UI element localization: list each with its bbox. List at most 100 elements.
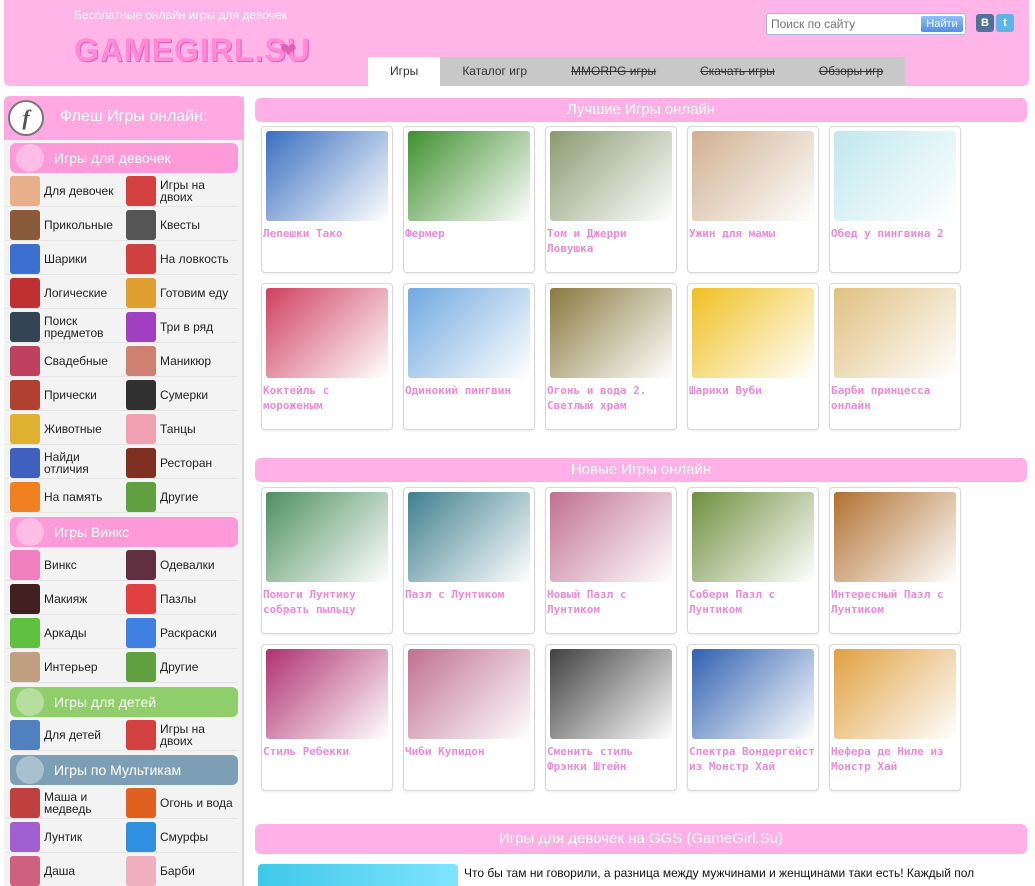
game-title-link[interactable]: Собери Пазл с Лунтиком xyxy=(689,587,817,617)
game-card[interactable]: Барби принцесса онлайн xyxy=(829,283,961,430)
game-card[interactable]: Интересный Пазл с Лунтиком xyxy=(829,487,961,634)
search-input[interactable] xyxy=(771,15,911,33)
game-thumbnail[interactable] xyxy=(834,131,956,221)
sidebar-section-header[interactable]: Игры по Мультикам xyxy=(10,755,238,785)
game-card[interactable]: Новый Пазл с Лунтиком xyxy=(545,487,677,634)
sidebar-item[interactable]: Макияж xyxy=(6,583,122,615)
game-card[interactable]: Помоги Лунтику собрать пыльцу xyxy=(261,487,393,634)
sidebar-item[interactable]: Животные xyxy=(6,413,122,445)
game-thumbnail[interactable] xyxy=(408,288,530,378)
game-title-link[interactable]: Нефера де Ниле из Монстр Хай xyxy=(831,744,959,774)
sidebar-item[interactable]: Сумерки xyxy=(122,379,238,411)
game-thumbnail[interactable] xyxy=(834,649,956,739)
nav-tab[interactable]: Обзоры игр xyxy=(797,57,905,86)
game-card[interactable]: Шарики Вуби xyxy=(687,283,819,430)
sidebar-item[interactable]: На память xyxy=(6,481,122,513)
sidebar-item[interactable]: Квесты xyxy=(122,209,238,241)
game-card[interactable]: Собери Пазл с Лунтиком xyxy=(687,487,819,634)
game-thumbnail[interactable] xyxy=(834,492,956,582)
site-logo[interactable]: GAMEGIRL.SU xyxy=(74,32,311,69)
game-card[interactable]: Обед у пингвина 2 xyxy=(829,126,961,273)
game-card[interactable]: Стиль Ребекки xyxy=(261,644,393,791)
game-card[interactable]: Огонь и вода 2. Светлый храм xyxy=(545,283,677,430)
sidebar-item[interactable]: Свадебные xyxy=(6,345,122,377)
game-title-link[interactable]: Барби принцесса онлайн xyxy=(831,383,959,413)
sidebar-section-header[interactable]: Игры для девочек xyxy=(10,143,238,173)
sidebar-item[interactable]: Три в ряд xyxy=(122,311,238,343)
sidebar-item[interactable]: Интерьер xyxy=(6,651,122,683)
game-thumbnail[interactable] xyxy=(692,288,814,378)
sidebar-item[interactable]: Раскраски xyxy=(122,617,238,649)
sidebar-item[interactable]: Другие xyxy=(122,651,238,683)
sidebar-item[interactable]: Маша и медведь xyxy=(6,787,122,819)
sidebar-item[interactable]: Аркады xyxy=(6,617,122,649)
twitter-icon[interactable]: t xyxy=(996,14,1014,32)
game-thumbnail[interactable] xyxy=(408,131,530,221)
game-title-link[interactable]: Одинокий пингвин xyxy=(405,383,533,398)
game-title-link[interactable]: Новый Пазл с Лунтиком xyxy=(547,587,675,617)
sidebar-section-header[interactable]: Игры Винкс xyxy=(10,517,238,547)
game-card[interactable]: Ужин для мамы xyxy=(687,126,819,273)
game-card[interactable]: Нефера де Ниле из Монстр Хай xyxy=(829,644,961,791)
sidebar-item[interactable]: Ресторан xyxy=(122,447,238,479)
game-thumbnail[interactable] xyxy=(550,492,672,582)
game-thumbnail[interactable] xyxy=(692,649,814,739)
game-thumbnail[interactable] xyxy=(550,649,672,739)
search-button[interactable]: Найти xyxy=(921,16,963,32)
game-title-link[interactable]: Обед у пингвина 2 xyxy=(831,226,959,241)
sidebar-item[interactable]: Огонь и вода xyxy=(122,787,238,819)
nav-tab[interactable]: Каталог игр xyxy=(440,57,549,86)
sidebar-item[interactable]: Винкс xyxy=(6,549,122,581)
game-title-link[interactable]: Пазл с Лунтиком xyxy=(405,587,533,602)
sidebar-item[interactable]: Шарики xyxy=(6,243,122,275)
game-card[interactable]: Одинокий пингвин xyxy=(403,283,535,430)
sidebar-section-header[interactable]: Игры для детей xyxy=(10,687,238,717)
game-title-link[interactable]: Интересный Пазл с Лунтиком xyxy=(831,587,959,617)
sidebar-item[interactable]: Лунтик xyxy=(6,821,122,853)
game-title-link[interactable]: Лепешки Тако xyxy=(263,226,391,241)
game-title-link[interactable]: Стиль Ребекки xyxy=(263,744,391,759)
game-thumbnail[interactable] xyxy=(692,131,814,221)
sidebar-item[interactable]: Для детей xyxy=(6,719,122,751)
sidebar-item[interactable]: Барби xyxy=(122,855,238,886)
game-title-link[interactable]: Чиби Купидон xyxy=(405,744,533,759)
game-card[interactable]: Фермер xyxy=(403,126,535,273)
game-card[interactable]: Лепешки Тако xyxy=(261,126,393,273)
game-title-link[interactable]: Сменить стиль Фрэнки Штейн xyxy=(547,744,675,774)
game-thumbnail[interactable] xyxy=(550,131,672,221)
game-thumbnail[interactable] xyxy=(266,131,388,221)
game-thumbnail[interactable] xyxy=(550,288,672,378)
sidebar-item[interactable]: Готовим еду xyxy=(122,277,238,309)
game-title-link[interactable]: Ужин для мамы xyxy=(689,226,817,241)
game-title-link[interactable]: Фермер xyxy=(405,226,533,241)
sidebar-item[interactable]: Игры на двоих xyxy=(122,719,238,751)
game-thumbnail[interactable] xyxy=(834,288,956,378)
nav-tab[interactable]: MMORPG игры xyxy=(549,57,678,86)
game-title-link[interactable]: Коктейль с мороженым xyxy=(263,383,391,413)
sidebar-item[interactable]: Смурфы xyxy=(122,821,238,853)
sidebar-item[interactable]: Пазлы xyxy=(122,583,238,615)
game-title-link[interactable]: Огонь и вода 2. Светлый храм xyxy=(547,383,675,413)
game-card[interactable]: Пазл с Лунтиком xyxy=(403,487,535,634)
sidebar-item[interactable]: Одевалки xyxy=(122,549,238,581)
game-title-link[interactable]: Спектра Вондергейст из Монстр Хай xyxy=(689,744,817,774)
sidebar-item[interactable]: На ловкость xyxy=(122,243,238,275)
sidebar-item[interactable]: Для девочек xyxy=(6,175,122,207)
game-title-link[interactable]: Помоги Лунтику собрать пыльцу xyxy=(263,587,391,617)
sidebar-item[interactable]: Игры на двоих xyxy=(122,175,238,207)
game-card[interactable]: Спектра Вондергейст из Монстр Хай xyxy=(687,644,819,791)
sidebar-item[interactable]: Танцы xyxy=(122,413,238,445)
sidebar-item[interactable]: Найди отличия xyxy=(6,447,122,479)
sidebar-item[interactable]: Прикольные xyxy=(6,209,122,241)
nav-tab[interactable]: Игры xyxy=(368,57,441,86)
game-card[interactable]: Коктейль с мороженым xyxy=(261,283,393,430)
game-thumbnail[interactable] xyxy=(692,492,814,582)
game-card[interactable]: Том и Джерри Ловушка xyxy=(545,126,677,273)
sidebar-item[interactable]: Маникюр xyxy=(122,345,238,377)
vk-icon[interactable]: В xyxy=(976,14,994,32)
game-card[interactable]: Чиби Купидон xyxy=(403,644,535,791)
nav-tab[interactable]: Скачать игры xyxy=(678,57,797,86)
sidebar-item[interactable]: Прически xyxy=(6,379,122,411)
game-card[interactable]: Сменить стиль Фрэнки Штейн xyxy=(545,644,677,791)
game-thumbnail[interactable] xyxy=(408,649,530,739)
